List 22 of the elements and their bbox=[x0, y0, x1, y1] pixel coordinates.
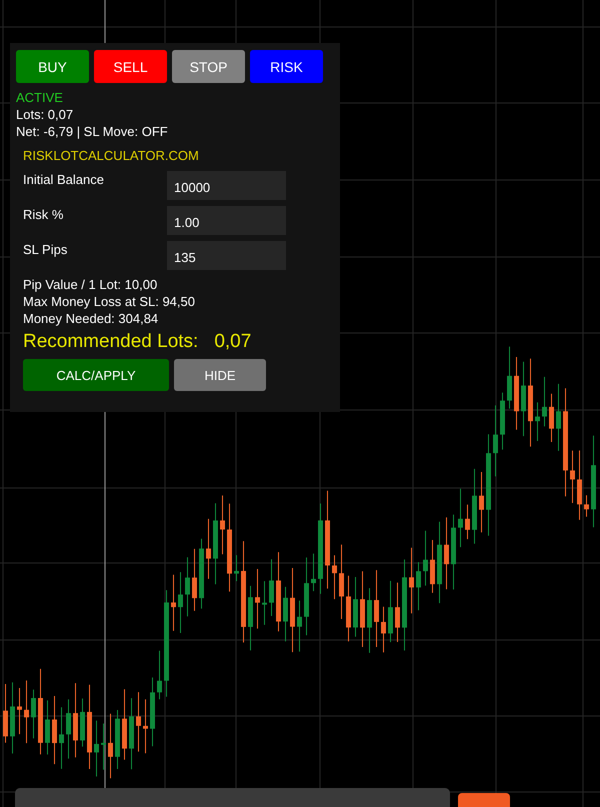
net-status-text: Net: -6,79 | SL Move: OFF bbox=[16, 123, 169, 140]
result-text: Pip Value / 1 Lot: 10,00 bbox=[23, 276, 158, 293]
trade-button[interactable]: RISK bbox=[250, 50, 323, 83]
recommended-lots-value: 0,07 bbox=[214, 330, 252, 354]
trade-button[interactable]: SELL bbox=[94, 50, 167, 83]
field-label: Risk % bbox=[23, 206, 64, 223]
toolbar-action-button[interactable] bbox=[458, 793, 510, 807]
calculator-title: RISKLOTCALCULATOR.COM bbox=[23, 147, 200, 165]
action-button[interactable]: HIDE bbox=[174, 359, 266, 391]
field-label: Initial Balance bbox=[23, 171, 105, 188]
result-text: Max Money Loss at SL: 94,50 bbox=[23, 293, 196, 310]
trade-button[interactable]: BUY bbox=[16, 50, 89, 83]
lots-text: Lots: 0,07 bbox=[16, 106, 74, 123]
result-text: Money Needed: 304,84 bbox=[23, 310, 160, 327]
input-field[interactable]: 135 bbox=[167, 241, 286, 270]
action-button[interactable]: CALC/APPLY bbox=[23, 359, 169, 391]
trade-button[interactable]: STOP bbox=[172, 50, 245, 83]
input-field[interactable]: 1.00 bbox=[167, 206, 286, 235]
recommended-lots-label: Recommended Lots: bbox=[23, 330, 198, 354]
field-label: SL Pips bbox=[23, 241, 68, 258]
status-text: ACTIVE bbox=[16, 90, 64, 106]
input-field[interactable]: 10000 bbox=[167, 171, 286, 200]
